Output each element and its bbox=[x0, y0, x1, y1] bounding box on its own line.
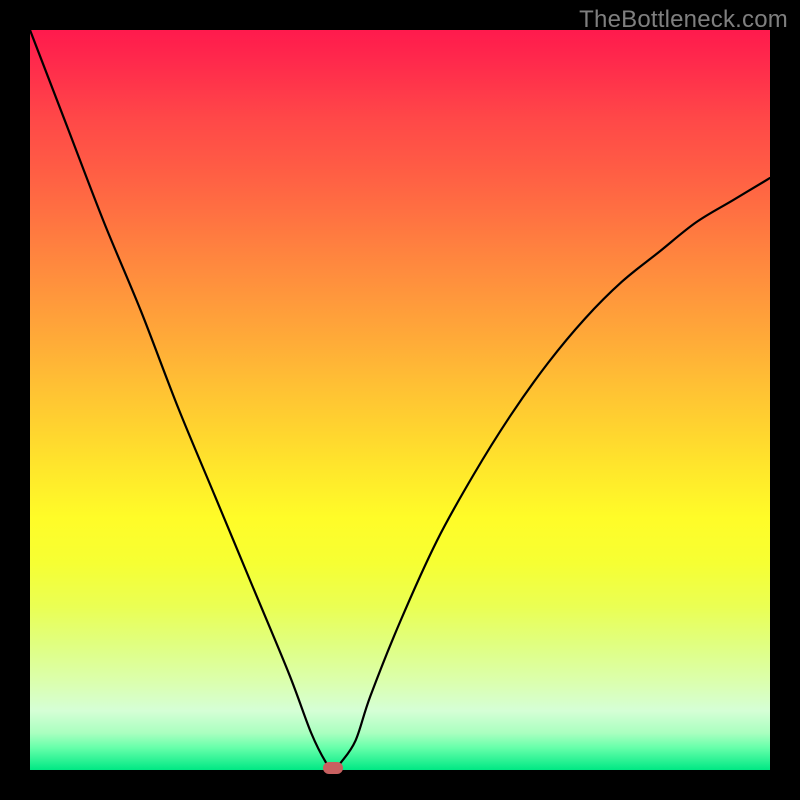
bottleneck-curve bbox=[30, 30, 770, 770]
watermark-text: TheBottleneck.com bbox=[579, 6, 788, 34]
curve-path bbox=[30, 30, 770, 770]
chart-frame: TheBottleneck.com bbox=[0, 0, 800, 800]
minimum-marker bbox=[323, 762, 343, 774]
plot-area bbox=[30, 30, 770, 770]
